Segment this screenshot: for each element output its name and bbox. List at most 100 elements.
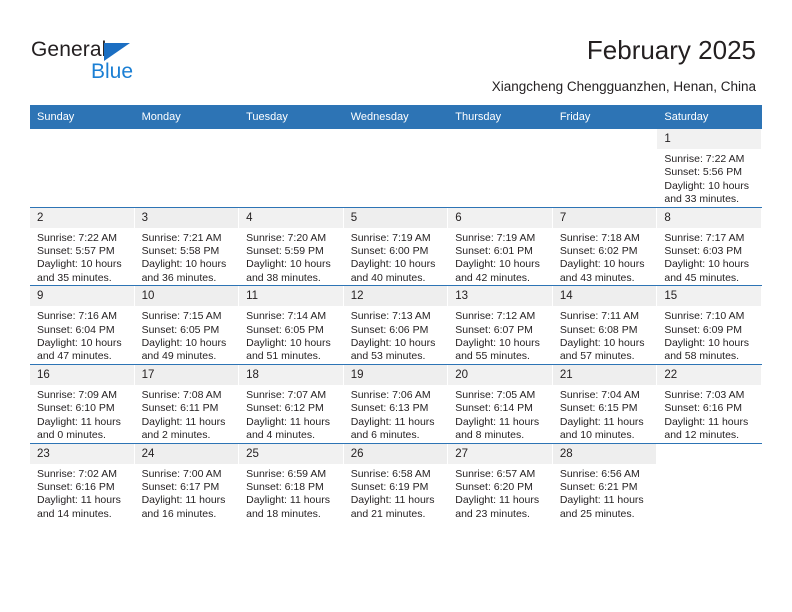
daylight-text: Daylight: 11 hours and 16 minutes.	[141, 494, 226, 520]
daylight-text: Daylight: 10 hours and 53 minutes.	[350, 337, 436, 363]
daylight-text: Daylight: 10 hours and 49 minutes.	[141, 337, 227, 363]
calendar-day-cell[interactable]: 12 Sunrise: 7:13 AM Sunset: 6:06 PM Dayligh…	[343, 285, 449, 365]
sunrise-text: Sunrise: 7:00 AM	[141, 467, 222, 480]
day-number: 11	[239, 286, 344, 307]
calendar-day-cell[interactable]: 4 Sunrise: 7:20 AM Sunset: 5:59 PM Daylight…	[239, 206, 344, 286]
sunset-text: Sunset: 6:19 PM	[350, 480, 429, 493]
day-number: 13	[448, 286, 553, 307]
calendar-day-cell[interactable]: 18 Sunrise: 7:07 AM Sunset: 6:12 PM Dayligh…	[239, 363, 344, 443]
calendar-day-cell[interactable]: 16 Sunrise: 7:09 AM Sunset: 6:10 PM Dayligh…	[30, 363, 135, 443]
day-number: 2	[30, 207, 135, 228]
calendar-day-cell[interactable]: 10 Sunrise: 7:15 AM Sunset: 6:05 PM Dayligh…	[134, 285, 240, 365]
weekday-header-row: Sunday Monday Tuesday Wednesday Thursday…	[30, 105, 762, 129]
day-details: Sunrise: 7:00 AM Sunset: 6:17 PM Daylight:…	[135, 464, 240, 522]
calendar-day-cell[interactable]: 22 Sunrise: 7:03 AM Sunset: 6:16 PM Dayligh…	[657, 363, 762, 443]
calendar-cell-empty	[552, 128, 658, 208]
calendar-day-cell[interactable]: 13 Sunrise: 7:12 AM Sunset: 6:07 PM Dayligh…	[448, 285, 553, 365]
calendar-day-cell[interactable]: 2 Sunrise: 7:22 AM Sunset: 5:57 PM Daylight…	[30, 206, 135, 286]
sunset-text: Sunset: 6:03 PM	[664, 245, 743, 258]
calendar-day-cell[interactable]: 24 Sunrise: 7:00 AM Sunset: 6:17 PM Dayligh…	[134, 442, 240, 522]
sunset-text: Sunset: 6:13 PM	[350, 402, 429, 415]
calendar-day-cell[interactable]: 3 Sunrise: 7:21 AM Sunset: 5:58 PM Daylight…	[134, 206, 240, 286]
calendar-day-cell[interactable]: 17 Sunrise: 7:08 AM Sunset: 6:11 PM Dayligh…	[134, 363, 240, 443]
calendar-day-cell[interactable]: 14 Sunrise: 7:11 AM Sunset: 6:08 PM Dayligh…	[552, 285, 658, 365]
logo-triangle-icon	[104, 43, 130, 61]
calendar-page: General Blue February 2025 Xiangcheng Ch…	[0, 0, 792, 612]
sunrise-text: Sunrise: 6:56 AM	[559, 467, 640, 480]
sunrise-text: Sunrise: 7:15 AM	[141, 310, 222, 323]
day-details: Sunrise: 7:07 AM Sunset: 6:12 PM Daylight:…	[239, 385, 344, 443]
day-details: Sunrise: 7:04 AM Sunset: 6:15 PM Daylight:…	[553, 385, 658, 443]
sunset-text: Sunset: 6:14 PM	[455, 402, 533, 415]
day-number: 18	[239, 364, 344, 385]
day-number: 20	[448, 364, 553, 385]
calendar-day-cell[interactable]: 11 Sunrise: 7:14 AM Sunset: 6:05 PM Dayligh…	[239, 285, 344, 365]
calendar-day-cell[interactable]: 1 Sunrise: 7:22 AM Sunset: 5:56 PM Daylight…	[657, 128, 762, 208]
sunset-text: Sunset: 6:18 PM	[246, 480, 324, 493]
day-details: Sunrise: 7:20 AM Sunset: 5:59 PM Daylight:…	[239, 228, 344, 286]
calendar-day-cell[interactable]: 7 Sunrise: 7:18 AM Sunset: 6:02 PM Daylight…	[552, 206, 658, 286]
sunrise-text: Sunrise: 7:22 AM	[664, 153, 745, 165]
sunset-text: Sunset: 6:08 PM	[559, 323, 638, 336]
calendar-day-cell[interactable]: 23 Sunrise: 7:02 AM Sunset: 6:16 PM Dayligh…	[30, 442, 135, 522]
sunset-text: Sunset: 6:16 PM	[664, 402, 743, 415]
day-number: 25	[239, 443, 344, 464]
sunset-text: Sunset: 5:59 PM	[246, 245, 324, 258]
day-details: Sunrise: 7:02 AM Sunset: 6:16 PM Daylight:…	[30, 464, 135, 522]
daylight-text: Daylight: 10 hours and 38 minutes.	[246, 258, 331, 284]
calendar-day-cell[interactable]: 9 Sunrise: 7:16 AM Sunset: 6:04 PM Daylight…	[30, 285, 135, 365]
day-details: Sunrise: 7:22 AM Sunset: 5:56 PM Daylight:…	[657, 149, 762, 207]
day-number: 24	[134, 443, 240, 464]
sunrise-text: Sunrise: 7:17 AM	[664, 231, 745, 244]
calendar-day-cell[interactable]: 8 Sunrise: 7:17 AM Sunset: 6:03 PM Daylight…	[657, 206, 762, 286]
calendar-day-cell[interactable]: 20 Sunrise: 7:05 AM Sunset: 6:14 PM Dayligh…	[448, 363, 553, 443]
day-number: 15	[657, 286, 762, 307]
sunset-text: Sunset: 6:10 PM	[37, 402, 115, 415]
sunset-text: Sunset: 6:17 PM	[141, 480, 220, 493]
sunset-text: Sunset: 6:05 PM	[246, 323, 324, 336]
sunrise-text: Sunrise: 7:04 AM	[559, 388, 640, 401]
calendar-week-row: 16 Sunrise: 7:09 AM Sunset: 6:10 PM Dayligh…	[30, 363, 762, 443]
sunset-text: Sunset: 6:01 PM	[455, 245, 533, 258]
daylight-text: Daylight: 10 hours and 51 minutes.	[246, 337, 331, 363]
calendar-day-cell[interactable]: 15 Sunrise: 7:10 AM Sunset: 6:09 PM Dayligh…	[657, 285, 762, 365]
weekday-header-monday: Monday	[134, 105, 240, 129]
calendar-day-cell[interactable]: 5 Sunrise: 7:19 AM Sunset: 6:00 PM Daylight…	[343, 206, 449, 286]
daylight-text: Daylight: 11 hours and 2 minutes.	[141, 415, 226, 442]
sunset-text: Sunset: 6:21 PM	[559, 480, 638, 493]
calendar-day-cell[interactable]: 19 Sunrise: 7:06 AM Sunset: 6:13 PM Dayligh…	[343, 363, 449, 443]
day-details: Sunrise: 7:09 AM Sunset: 6:10 PM Daylight:…	[30, 385, 135, 443]
calendar-cell-empty	[448, 128, 553, 208]
sunrise-text: Sunrise: 7:11 AM	[559, 310, 639, 323]
day-details: Sunrise: 7:21 AM Sunset: 5:58 PM Daylight:…	[135, 228, 240, 286]
day-number: 27	[448, 443, 553, 464]
daylight-text: Daylight: 10 hours and 58 minutes.	[664, 337, 750, 363]
day-details: Sunrise: 7:15 AM Sunset: 6:05 PM Daylight:…	[135, 306, 240, 364]
day-details: Sunrise: 6:58 AM Sunset: 6:19 PM Daylight:…	[344, 464, 449, 522]
day-details: Sunrise: 7:06 AM Sunset: 6:13 PM Daylight:…	[344, 385, 449, 443]
calendar-day-cell[interactable]: 27 Sunrise: 6:57 AM Sunset: 6:20 PM Dayligh…	[448, 442, 553, 522]
calendar-day-cell[interactable]: 6 Sunrise: 7:19 AM Sunset: 6:01 PM Daylight…	[448, 206, 553, 286]
calendar-body: 1 Sunrise: 7:22 AM Sunset: 5:56 PM Daylight…	[30, 128, 762, 522]
calendar-week-row: 23 Sunrise: 7:02 AM Sunset: 6:16 PM Dayligh…	[30, 442, 762, 522]
calendar-day-cell[interactable]: 21 Sunrise: 7:04 AM Sunset: 6:15 PM Dayligh…	[552, 363, 658, 443]
day-details: Sunrise: 7:03 AM Sunset: 6:16 PM Daylight:…	[657, 385, 762, 443]
sunrise-text: Sunrise: 7:05 AM	[455, 388, 536, 401]
daylight-text: Daylight: 11 hours and 14 minutes.	[37, 494, 121, 520]
calendar-day-cell[interactable]: 26 Sunrise: 6:58 AM Sunset: 6:19 PM Dayligh…	[343, 442, 449, 522]
logo[interactable]: General Blue	[31, 38, 211, 86]
sunrise-text: Sunrise: 7:18 AM	[559, 231, 640, 244]
day-details: Sunrise: 7:05 AM Sunset: 6:14 PM Daylight:…	[448, 385, 553, 443]
calendar-day-cell[interactable]: 25 Sunrise: 6:59 AM Sunset: 6:18 PM Dayligh…	[239, 442, 344, 522]
day-number: 12	[343, 286, 449, 307]
sunset-text: Sunset: 5:58 PM	[141, 245, 220, 258]
calendar-day-cell[interactable]: 28 Sunrise: 6:56 AM Sunset: 6:21 PM Dayligh…	[552, 442, 658, 522]
day-number: 21	[552, 364, 658, 385]
sunset-text: Sunset: 6:06 PM	[350, 323, 429, 336]
sunrise-text: Sunrise: 7:21 AM	[141, 231, 222, 244]
day-number: 14	[552, 286, 658, 307]
daylight-text: Daylight: 11 hours and 18 minutes.	[246, 494, 330, 520]
logo-text-general: General	[31, 38, 107, 61]
daylight-text: Daylight: 10 hours and 43 minutes.	[559, 258, 645, 284]
sunset-text: Sunset: 6:11 PM	[141, 402, 219, 415]
